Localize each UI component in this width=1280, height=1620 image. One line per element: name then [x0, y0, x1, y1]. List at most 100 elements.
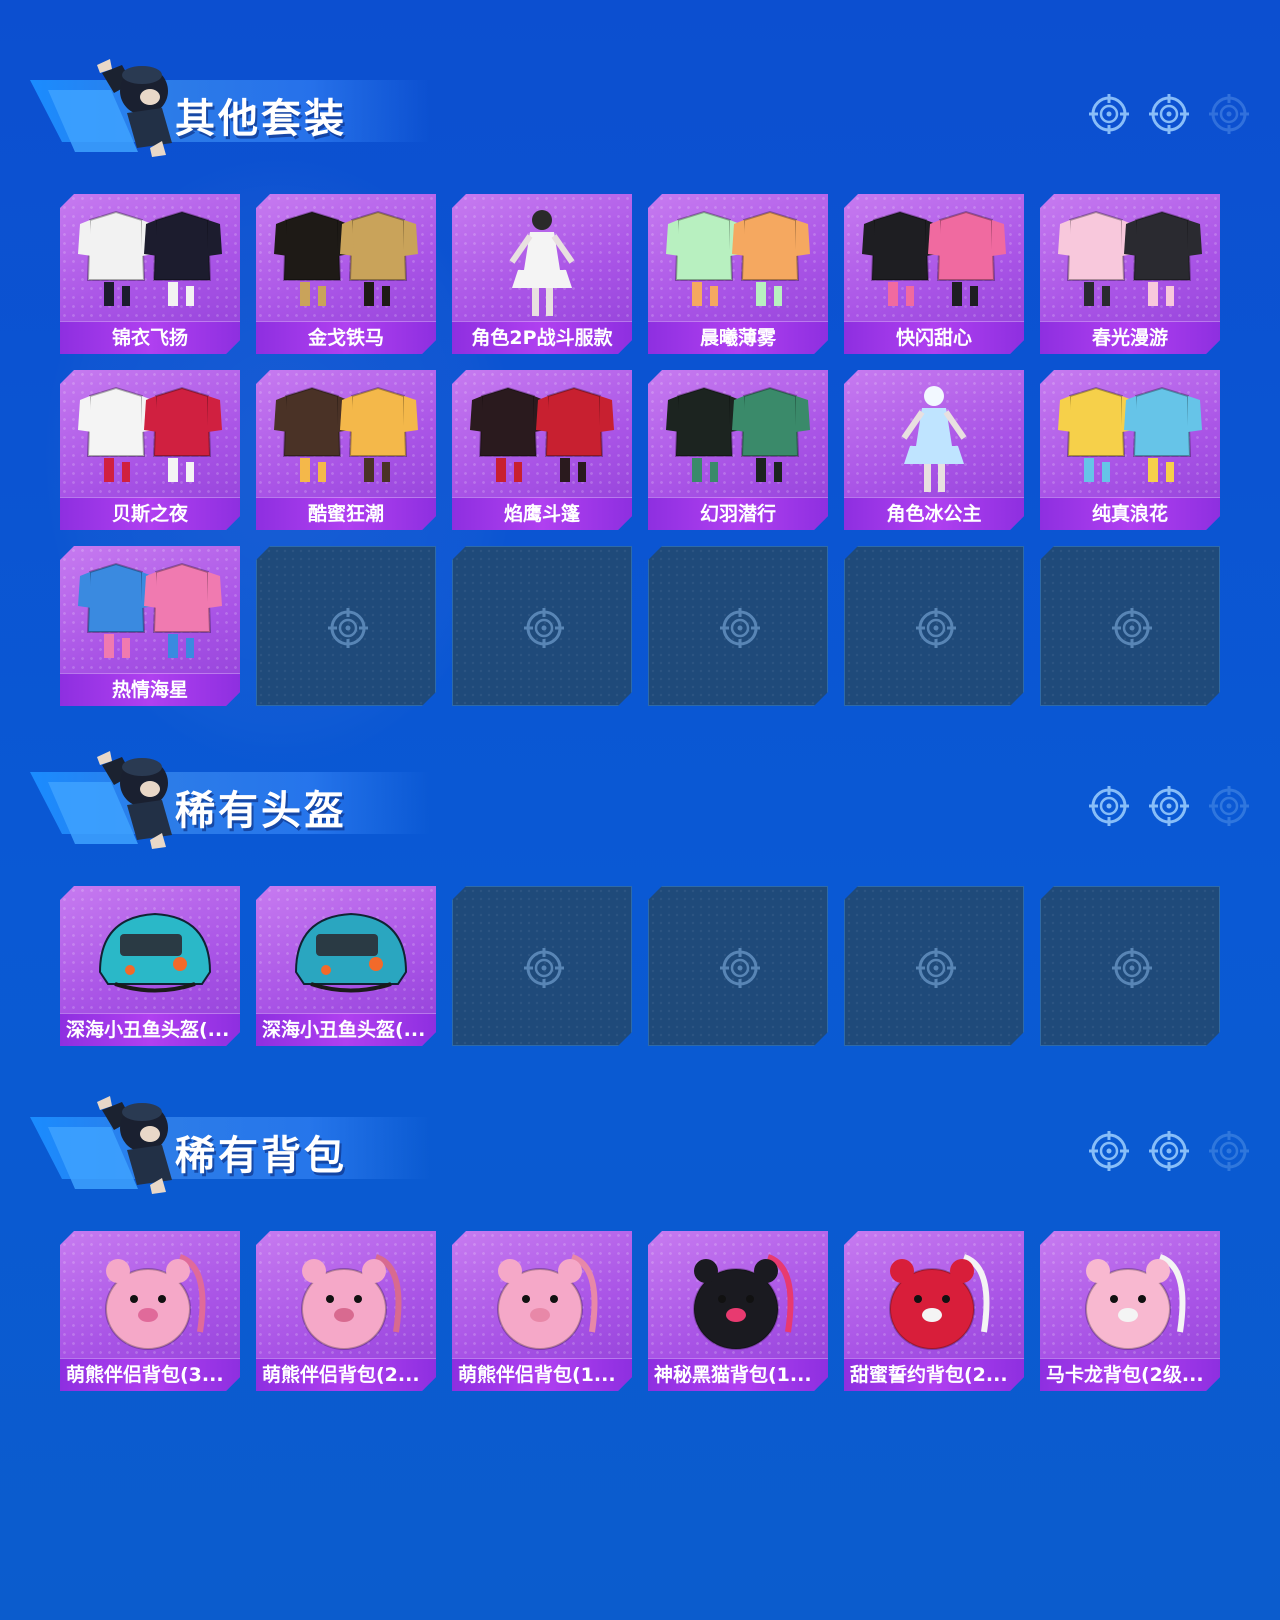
brown-yellow-street-outfit-icon	[256, 376, 436, 494]
empty-slot	[452, 546, 632, 706]
pink-bear-backpack-icon	[256, 1237, 436, 1355]
item-label: 金戈铁马	[256, 321, 436, 354]
red-black-hooded-cloak-icon	[452, 376, 632, 494]
crosshair-icon	[1111, 607, 1153, 649]
item-card[interactable]: 热情海星	[60, 546, 240, 706]
crosshair-icon	[1088, 1130, 1130, 1172]
item-card[interactable]: 幻羽潜行	[648, 370, 828, 530]
item-label: 锦衣飞扬	[60, 321, 240, 354]
pastel-hanfu-outfit-icon	[648, 200, 828, 318]
section-header: 稀有背包	[30, 1085, 430, 1195]
item-card[interactable]: 酷蜜狂潮	[256, 370, 436, 530]
white-battle-dress-character-icon	[452, 200, 632, 318]
black-pink-heart-jacket-icon	[844, 200, 1024, 318]
item-card[interactable]: 贝斯之夜	[60, 370, 240, 530]
item-card[interactable]: 金戈铁马	[256, 194, 436, 354]
crosshair-faded-icon	[1208, 785, 1250, 827]
empty-slot	[1040, 546, 1220, 706]
pink-cardigan-outfit-icon	[1040, 200, 1220, 318]
empty-slot	[256, 546, 436, 706]
clownfish-level3-helmet-icon	[60, 892, 240, 1010]
section-title: 稀有头盔	[175, 788, 347, 834]
item-card[interactable]: 角色冰公主	[844, 370, 1024, 530]
crosshair-icon	[1148, 785, 1190, 827]
item-label: 角色2P战斗服款	[452, 321, 632, 354]
black-green-ninja-outfit-icon	[648, 376, 828, 494]
item-label: 神秘黑猫背包(1...	[648, 1358, 828, 1391]
section-header: 其他套装	[30, 48, 430, 158]
blue-pink-starfish-outfit-icon	[60, 552, 240, 670]
item-card[interactable]: 快闪甜心	[844, 194, 1024, 354]
item-label: 纯真浪花	[1040, 497, 1220, 530]
item-label: 角色冰公主	[844, 497, 1024, 530]
item-card[interactable]: 神秘黑猫背包(1...	[648, 1231, 828, 1391]
empty-slot	[844, 546, 1024, 706]
section-title: 其他套装	[175, 96, 347, 142]
item-card[interactable]: 纯真浪花	[1040, 370, 1220, 530]
item-card[interactable]: 马卡龙背包(2级...	[1040, 1231, 1220, 1391]
item-label: 快闪甜心	[844, 321, 1024, 354]
clownfish-level1-helmet-icon	[256, 892, 436, 1010]
item-card[interactable]: 深海小丑鱼头盔(...	[256, 886, 436, 1046]
crosshair-icon	[1148, 93, 1190, 135]
item-card[interactable]: 角色2P战斗服款	[452, 194, 632, 354]
crosshair-icon	[1111, 947, 1153, 989]
item-label: 春光漫游	[1040, 321, 1220, 354]
item-label: 深海小丑鱼头盔(...	[60, 1013, 240, 1046]
item-label: 焰鹰斗篷	[452, 497, 632, 530]
red-bow-heart-backpack-icon	[844, 1237, 1024, 1355]
crosshair-icon	[1088, 93, 1130, 135]
crosshair-icon	[523, 607, 565, 649]
item-label: 酷蜜狂潮	[256, 497, 436, 530]
item-grid: 深海小丑鱼头盔(... 深海小丑鱼头盔(...	[60, 886, 1220, 1046]
item-card[interactable]: 晨曦薄雾	[648, 194, 828, 354]
item-card[interactable]: 深海小丑鱼头盔(...	[60, 886, 240, 1046]
item-label: 晨曦薄雾	[648, 321, 828, 354]
pink-macaron-backpack-icon	[1040, 1237, 1220, 1355]
pink-bear-backpack-icon	[60, 1237, 240, 1355]
white-robe-outfit-icon	[60, 200, 240, 318]
item-label: 萌熊伴侣背包(2...	[256, 1358, 436, 1391]
crosshair-icon	[1088, 785, 1130, 827]
item-card[interactable]: 萌熊伴侣背包(3...	[60, 1231, 240, 1391]
empty-slot	[648, 886, 828, 1046]
black-cat-backpack-icon	[648, 1237, 828, 1355]
crosshair-icon	[915, 947, 957, 989]
black-gold-armor-outfit-icon	[256, 200, 436, 318]
item-label: 萌熊伴侣背包(3...	[60, 1358, 240, 1391]
empty-slot	[1040, 886, 1220, 1046]
header-reticles	[1088, 93, 1250, 135]
crosshair-icon	[1148, 1130, 1190, 1172]
header-reticles	[1088, 1130, 1250, 1172]
item-card[interactable]: 锦衣飞扬	[60, 194, 240, 354]
section-header: 稀有头盔	[30, 740, 430, 850]
crosshair-icon	[915, 607, 957, 649]
item-label: 幻羽潜行	[648, 497, 828, 530]
ice-princess-dress-character-icon	[844, 376, 1024, 494]
item-label: 热情海星	[60, 673, 240, 706]
crosshair-icon	[327, 607, 369, 649]
crosshair-icon	[719, 607, 761, 649]
empty-slot	[648, 546, 828, 706]
item-label: 萌熊伴侣背包(1...	[452, 1358, 632, 1391]
crosshair-faded-icon	[1208, 93, 1250, 135]
item-card[interactable]: 焰鹰斗篷	[452, 370, 632, 530]
item-grid: 锦衣飞扬 金戈铁马 角色2P战斗服款 晨曦薄雾 快闪甜心 春光漫游 贝斯之夜 酷…	[60, 194, 1220, 706]
white-red-punk-outfit-icon	[60, 376, 240, 494]
item-label: 甜蜜誓约背包(2...	[844, 1358, 1024, 1391]
crosshair-faded-icon	[1208, 1130, 1250, 1172]
empty-slot	[452, 886, 632, 1046]
item-card[interactable]: 萌熊伴侣背包(2...	[256, 1231, 436, 1391]
item-label: 深海小丑鱼头盔(...	[256, 1013, 436, 1046]
item-card[interactable]: 甜蜜誓约背包(2...	[844, 1231, 1024, 1391]
crosshair-icon	[523, 947, 565, 989]
item-card[interactable]: 萌熊伴侣背包(1...	[452, 1231, 632, 1391]
pink-bear-backpack-icon	[452, 1237, 632, 1355]
item-label: 马卡龙背包(2级...	[1040, 1358, 1220, 1391]
splash-float-outfit-icon	[1040, 376, 1220, 494]
item-label: 贝斯之夜	[60, 497, 240, 530]
section-title: 稀有背包	[175, 1133, 347, 1179]
item-card[interactable]: 春光漫游	[1040, 194, 1220, 354]
item-grid: 萌熊伴侣背包(3... 萌熊伴侣背包(2... 萌熊伴侣背包(1... 神秘黑猫…	[60, 1231, 1220, 1391]
header-reticles	[1088, 785, 1250, 827]
